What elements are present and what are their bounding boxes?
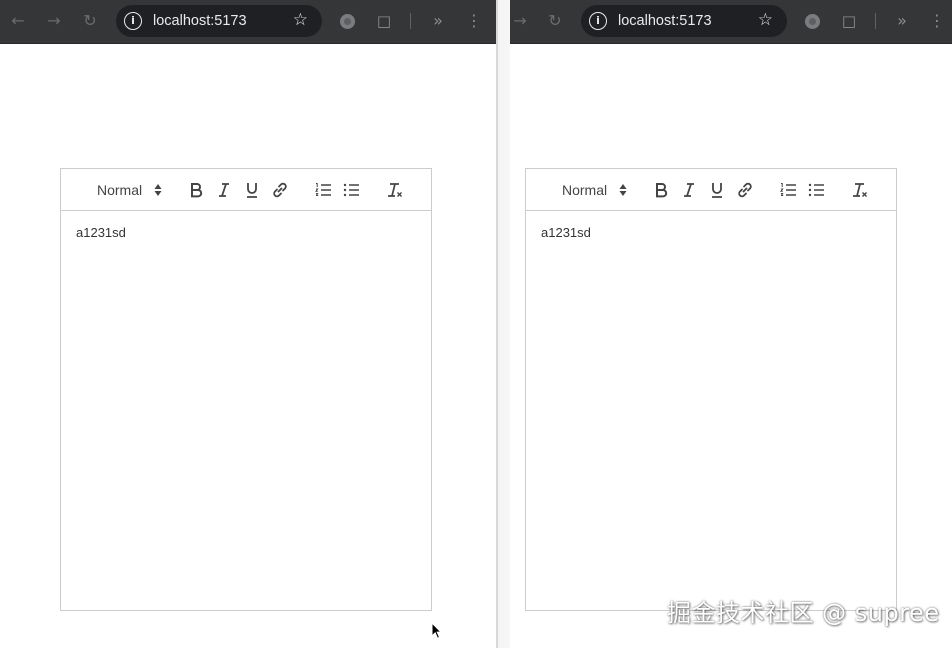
ordered-list-icon: [780, 183, 796, 196]
clear-format-icon: [853, 183, 867, 197]
bookmark-star-icon[interactable]: ☆: [758, 9, 773, 31]
select-arrows-icon: [154, 184, 162, 196]
editor-toolbar: Normal: [61, 169, 431, 211]
underline-icon: [712, 183, 722, 198]
rich-text-editor: Normal a1231sd: [525, 168, 897, 611]
split-divider[interactable]: [496, 0, 510, 648]
address-url[interactable]: localhost:5173: [153, 12, 247, 30]
header-format-select[interactable]: Normal: [562, 181, 627, 199]
clear-format-button[interactable]: [385, 180, 405, 200]
menu-kebab-icon[interactable]: ⋮: [464, 10, 484, 32]
back-arrow-icon[interactable]: ←: [8, 10, 28, 32]
bold-button[interactable]: [186, 180, 206, 200]
underline-icon: [247, 183, 257, 198]
site-info-icon[interactable]: i: [124, 12, 142, 30]
toolbar-separator: [410, 13, 411, 29]
link-icon: [273, 182, 287, 198]
left-browser-window: ← → ↻ i localhost:5173 ☆ □ » ⋮ Normal a1…: [0, 0, 496, 648]
header-format-label: Normal: [562, 182, 608, 198]
link-icon: [738, 182, 752, 198]
menu-kebab-icon[interactable]: ⋮: [927, 10, 947, 32]
reload-icon[interactable]: ↻: [545, 10, 565, 32]
mouse-pointer-icon: [431, 622, 443, 639]
bullet-list-icon: [808, 183, 824, 197]
bullet-list-button[interactable]: [806, 180, 826, 200]
bookmark-star-icon[interactable]: ☆: [293, 9, 308, 31]
ordered-list-icon: [315, 183, 331, 196]
editor-content[interactable]: a1231sd: [541, 225, 591, 241]
bold-icon: [656, 183, 668, 198]
bold-button[interactable]: [651, 180, 671, 200]
watermark: 掘金技术社区 @ supree: [667, 599, 940, 627]
extensions-puzzle-icon[interactable]: □: [374, 10, 394, 32]
italic-icon: [219, 183, 229, 197]
browser-toolbar: ← → ↻ i localhost:5173 ☆ □ » ⋮: [0, 0, 496, 44]
select-arrows-icon: [619, 184, 627, 196]
clear-format-icon: [388, 183, 402, 197]
link-button[interactable]: [270, 180, 290, 200]
toolbar-separator: [875, 13, 876, 29]
underline-button[interactable]: [242, 180, 262, 200]
extension-icon[interactable]: [805, 14, 820, 29]
ordered-list-button[interactable]: [778, 180, 798, 200]
header-format-label: Normal: [97, 182, 143, 198]
rich-text-editor: Normal a1231sd: [60, 168, 432, 611]
editor-content[interactable]: a1231sd: [76, 225, 126, 241]
address-bar[interactable]: i localhost:5173 ☆: [116, 5, 322, 37]
overflow-chevron-icon[interactable]: »: [892, 10, 912, 32]
italic-button[interactable]: [214, 180, 234, 200]
editor-toolbar: Normal: [526, 169, 896, 211]
extensions-puzzle-icon[interactable]: □: [839, 10, 859, 32]
underline-button[interactable]: [707, 180, 727, 200]
overflow-chevron-icon[interactable]: »: [428, 10, 448, 32]
italic-button[interactable]: [679, 180, 699, 200]
bold-icon: [191, 183, 203, 198]
link-button[interactable]: [735, 180, 755, 200]
site-info-icon[interactable]: i: [589, 12, 607, 30]
browser-toolbar: → ↻ i localhost:5173 ☆ □ » ⋮: [510, 0, 952, 44]
bullet-list-icon: [343, 183, 359, 197]
header-format-select[interactable]: Normal: [97, 181, 162, 199]
forward-arrow-icon[interactable]: →: [510, 10, 530, 32]
right-browser-window: → ↻ i localhost:5173 ☆ □ » ⋮ Normal a123…: [510, 0, 952, 648]
bullet-list-button[interactable]: [341, 180, 361, 200]
extension-icon[interactable]: [340, 14, 355, 29]
reload-icon[interactable]: ↻: [80, 10, 100, 32]
address-bar[interactable]: i localhost:5173 ☆: [581, 5, 787, 37]
forward-arrow-icon[interactable]: →: [44, 10, 64, 32]
ordered-list-button[interactable]: [313, 180, 333, 200]
italic-icon: [684, 183, 694, 197]
clear-format-button[interactable]: [850, 180, 870, 200]
address-url[interactable]: localhost:5173: [618, 12, 712, 30]
